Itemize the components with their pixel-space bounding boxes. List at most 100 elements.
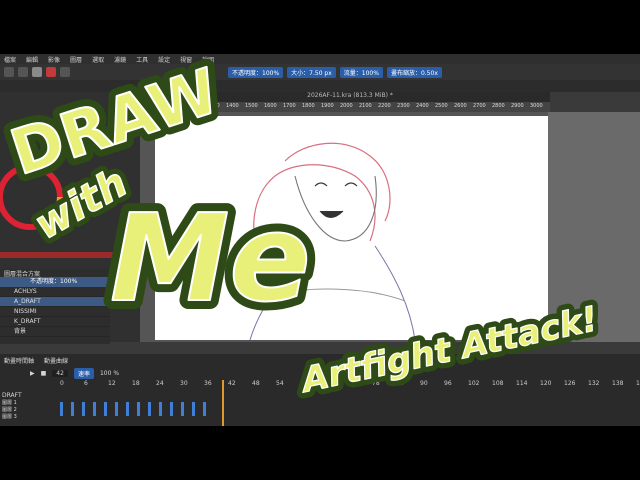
foreground-color-swatch[interactable]	[32, 67, 42, 77]
menu-item-window[interactable]: 視窗	[180, 55, 192, 64]
keyframe[interactable]	[71, 402, 74, 416]
menu-item-settings[interactable]: 設定	[158, 55, 170, 64]
ruler-tick: 1200	[188, 103, 201, 109]
timeline-tick: 48	[252, 380, 260, 387]
timeline-layer-rows: 圖層 1 圖層 2 圖層 3	[2, 400, 17, 421]
ruler-tick: 2000	[340, 103, 353, 109]
tab-timeline[interactable]: 動畫時間軸	[4, 356, 34, 365]
keyframe[interactable]	[115, 402, 118, 416]
timeline-tick: 60	[300, 380, 308, 387]
keyframe[interactable]	[148, 402, 151, 416]
timeline-row-label: 圖層 1	[2, 400, 17, 406]
ruler-tick: 2800	[492, 103, 505, 109]
menu-item-select[interactable]: 選取	[92, 55, 104, 64]
timeline-tick: 30	[180, 380, 188, 387]
keyframe[interactable]	[104, 402, 107, 416]
flow-slider[interactable]: 流量：100%	[339, 66, 383, 78]
ruler-tick: 2500	[435, 103, 448, 109]
playback-speed-button[interactable]: 速率	[73, 368, 94, 379]
timeline-tick: 84	[396, 380, 404, 387]
timeline-tick: 120	[540, 380, 552, 387]
layer-opacity-slider[interactable]: 不透明度：100%	[0, 277, 110, 287]
ruler-tick: 2400	[416, 103, 429, 109]
letterbox-bottom	[0, 426, 640, 480]
opacity-slider[interactable]: 不透明度：100%	[228, 66, 284, 78]
ruler-tick: 1900	[321, 103, 334, 109]
ruler-tick: 2200	[378, 103, 391, 109]
tab-curves[interactable]: 動畫曲線	[44, 356, 68, 365]
layer-item-achlys[interactable]: ACHLYS	[0, 287, 110, 297]
color-wheel[interactable]	[0, 152, 140, 262]
ruler-tick: 2600	[454, 103, 467, 109]
ruler-tick: 1700	[283, 103, 296, 109]
timeline-tick: 6	[84, 380, 88, 387]
timeline-ruler: 0 6 12 18 24 30 36 42 48 54 60 66 72 78 84 90 96 102 108 11…	[60, 380, 640, 390]
layer-item-k-draft[interactable]: K_DRAFT	[0, 317, 110, 327]
menu-item-edit[interactable]: 編輯	[26, 55, 38, 64]
menu-item-file[interactable]: 檔案	[4, 55, 16, 64]
ruler-tick: 2300	[397, 103, 410, 109]
keyframe[interactable]	[181, 402, 184, 416]
ruler-tick: 1600	[264, 103, 277, 109]
timeline-tick: 24	[156, 380, 164, 387]
keyframe[interactable]	[203, 402, 206, 416]
frame-number-field[interactable]: 42	[52, 370, 68, 377]
menu-bar: 檔案 編輯 影像 圖層 選取 濾鏡 工具 設定 視窗 說明	[0, 54, 640, 64]
background-color-swatch[interactable]	[46, 67, 56, 77]
ruler-tick: 3000	[530, 103, 543, 109]
timeline-tick: 138	[612, 380, 624, 387]
timeline-tick: 72	[348, 380, 356, 387]
drawing-canvas[interactable]	[155, 116, 548, 341]
brush-size-slider[interactable]: 大小：7.50 px	[287, 66, 336, 78]
stop-icon[interactable]: ■	[41, 370, 47, 377]
keyframe[interactable]	[159, 402, 162, 416]
play-icon[interactable]: ▶	[30, 370, 35, 377]
menu-item-tools[interactable]: 工具	[136, 55, 148, 64]
open-document-icon[interactable]	[18, 67, 28, 77]
timeline-tick: 126	[564, 380, 576, 387]
keyframe[interactable]	[170, 402, 173, 416]
keyframe[interactable]	[137, 402, 140, 416]
timeline-tick: 78	[372, 380, 380, 387]
timeline-tick: 12	[108, 380, 116, 387]
keyframe[interactable]	[126, 402, 129, 416]
keyframe[interactable]	[82, 402, 85, 416]
timeline-tick: 144	[636, 380, 640, 387]
timeline-tick: 0	[60, 380, 64, 387]
ruler-tick: 1500	[245, 103, 258, 109]
timeline-tick: 66	[324, 380, 332, 387]
ruler-tick: 1100	[169, 103, 182, 109]
layer-item-a-draft[interactable]: A_DRAFT	[0, 297, 110, 307]
keyframe[interactable]	[192, 402, 195, 416]
timeline-tick: 96	[444, 380, 452, 387]
brush-preset-icon[interactable]	[60, 67, 70, 77]
menu-item-filter[interactable]: 濾鏡	[114, 55, 126, 64]
new-document-icon[interactable]	[4, 67, 14, 77]
keyframe[interactable]	[60, 402, 63, 416]
timeline-tick: 54	[276, 380, 284, 387]
layer-item-background[interactable]: 背景	[0, 327, 110, 337]
ruler-tick: 2100	[359, 103, 372, 109]
timeline-tick: 36	[204, 380, 212, 387]
menu-item-image[interactable]: 影像	[48, 55, 60, 64]
layers-blend-header: 圖層混合方案	[4, 271, 41, 278]
ruler-tick: 1400	[226, 103, 239, 109]
timeline-zoom-field[interactable]: 100 %	[100, 370, 119, 377]
ruler-tick: 1300	[207, 103, 220, 109]
right-dock	[548, 112, 640, 342]
ruler-tick: 1800	[302, 103, 315, 109]
keyframe-strip[interactable]	[60, 398, 220, 418]
menu-item-help[interactable]: 說明	[202, 55, 214, 64]
keyframe[interactable]	[93, 402, 96, 416]
menu-item-layer[interactable]: 圖層	[70, 55, 82, 64]
canvas-zoom-field[interactable]: 畫布縮放：0.50x	[386, 66, 442, 78]
ruler-tick: 2700	[473, 103, 486, 109]
letterbox-top	[0, 0, 640, 54]
playhead[interactable]	[222, 380, 224, 426]
layers-panel: 圖層混合方案 不透明度：100% ACHLYS A_DRAFT NISSIMI …	[0, 269, 110, 344]
timeline-tick: 102	[468, 380, 480, 387]
timeline-tick: 90	[420, 380, 428, 387]
timeline-tick: 42	[228, 380, 236, 387]
layer-item-nissimi[interactable]: NISSIMI	[0, 307, 110, 317]
ruler-tick: 2900	[511, 103, 524, 109]
